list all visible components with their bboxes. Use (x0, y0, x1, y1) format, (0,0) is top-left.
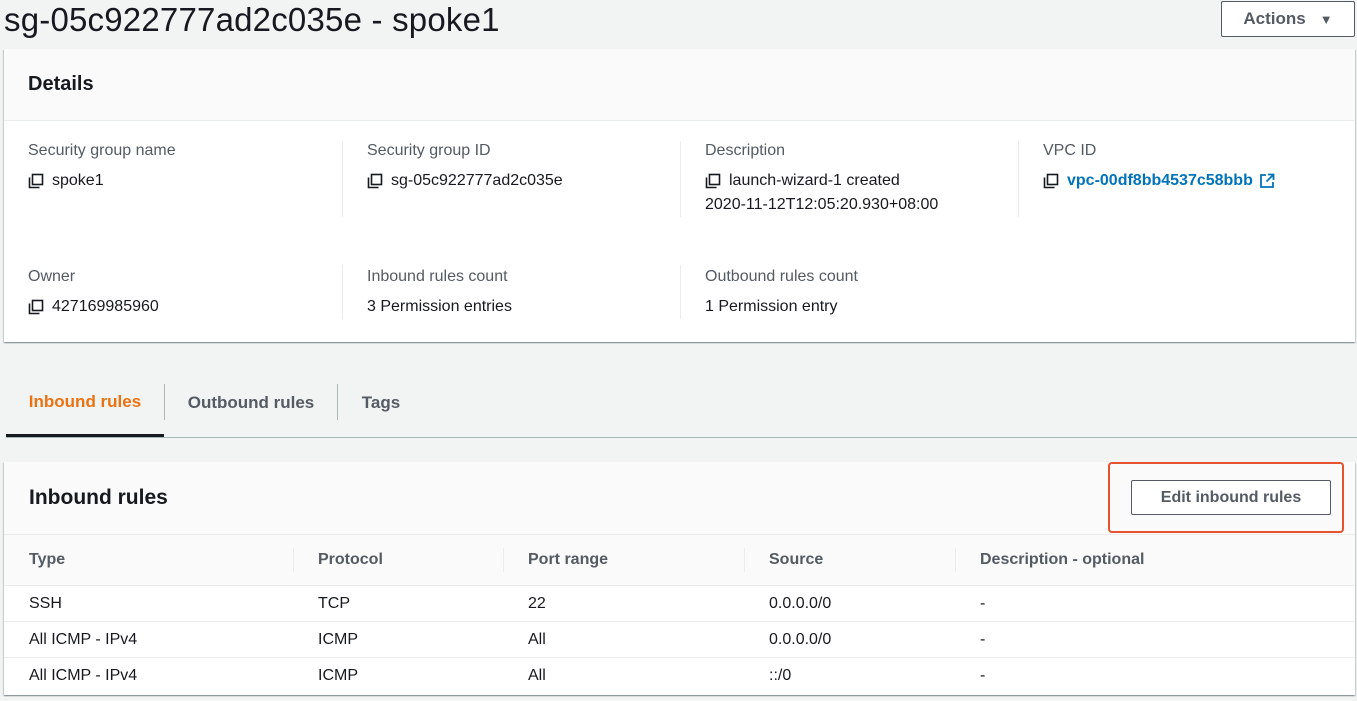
external-link-icon[interactable] (1259, 169, 1275, 193)
owner-label: Owner (28, 268, 76, 285)
column-divider (342, 265, 343, 319)
column-header-port-range[interactable]: Port range (503, 534, 744, 586)
column-header-source[interactable]: Source (744, 534, 955, 586)
cell-source: 0.0.0.0/0 (744, 621, 955, 658)
description-value-line2: 2020-11-12T12:05:20.930+08:00 (705, 196, 939, 213)
details-panel: Details Security group name spoke1 Secur… (4, 49, 1355, 342)
tab-tags[interactable]: Tags (338, 370, 424, 436)
column-divider (680, 141, 681, 217)
tab-bar: Inbound rules Outbound rules Tags (6, 370, 1357, 438)
cell-protocol: ICMP (293, 621, 503, 658)
outbound-count-value: 1 Permission entry (705, 298, 838, 315)
cell-source: 0.0.0.0/0 (744, 585, 955, 622)
sg-id-value-group: sg-05c922777ad2c035e (367, 169, 563, 193)
vpc-id-value-group: vpc-00df8bb4537c58bbb (1043, 169, 1275, 193)
inbound-rules-panel: Inbound rules Edit inbound rules Type Pr… (4, 462, 1355, 695)
details-heading: Details (28, 73, 94, 95)
description-value-group: launch-wizard-1 created (705, 169, 900, 193)
sg-name-value-group: spoke1 (28, 169, 104, 193)
column-divider (342, 141, 343, 217)
copy-icon[interactable] (28, 169, 46, 193)
edit-inbound-rules-button[interactable]: Edit inbound rules (1131, 480, 1331, 515)
caret-down-icon: ▼ (1319, 11, 1333, 27)
vpc-id-link[interactable]: vpc-00df8bb4537c58bbb (1067, 169, 1253, 193)
cell-port-range: All (528, 666, 546, 684)
cell-type: All ICMP - IPv4 (29, 666, 138, 684)
cell-source: ::/0 (769, 666, 792, 684)
cell-type: SSH (4, 585, 293, 622)
column-header-protocol[interactable]: Protocol (293, 534, 503, 586)
sg-name-label: Security group name (28, 142, 176, 159)
copy-icon[interactable] (705, 169, 723, 193)
sg-id-label: Security group ID (367, 142, 491, 159)
inbound-rules-heading: Inbound rules (29, 486, 168, 509)
details-header: Details (4, 49, 1355, 121)
cell-protocol: ICMP (318, 666, 358, 684)
actions-button[interactable]: Actions ▼ (1221, 1, 1355, 37)
table-row: SSH TCP 22 0.0.0.0/0 - (4, 585, 1355, 622)
outbound-count-label: Outbound rules count (705, 268, 858, 285)
column-header-type[interactable]: Type (4, 534, 293, 586)
vpc-id-label: VPC ID (1043, 142, 1097, 159)
tab-outbound-rules[interactable]: Outbound rules (165, 370, 337, 436)
table-header-row: Type Protocol Port range Source Descript… (4, 534, 1355, 586)
actions-label: Actions (1243, 9, 1306, 28)
sg-name-value: spoke1 (52, 172, 104, 189)
cell-port-range: All (503, 621, 744, 658)
column-divider (1018, 141, 1019, 217)
owner-value: 427169985960 (52, 298, 159, 315)
inbound-rules-table: Type Protocol Port range Source Descript… (4, 534, 1355, 694)
inbound-count-value-group: 3 Permission entries (367, 295, 512, 319)
copy-icon[interactable] (1043, 169, 1061, 193)
cell-type: All ICMP - IPv4 (4, 621, 293, 658)
column-divider (680, 265, 681, 319)
copy-icon[interactable] (367, 169, 385, 193)
description-value-line2-group: 2020-11-12T12:05:20.930+08:00 (705, 193, 938, 217)
table-row: All ICMP - IPv4 ICMP All ::/0 - (4, 658, 1355, 694)
tab-inbound-rules[interactable]: Inbound rules (6, 370, 164, 437)
copy-icon[interactable] (28, 295, 46, 319)
owner-value-group: 427169985960 (28, 295, 159, 319)
inbound-rules-header: Inbound rules Edit inbound rules (4, 462, 1355, 534)
page-title: sg-05c922777ad2c035e - spoke1 (4, 1, 500, 38)
column-header-description[interactable]: Description - optional (955, 534, 1355, 586)
cell-protocol: TCP (293, 585, 503, 622)
description-value-line1: launch-wizard-1 created (729, 172, 900, 189)
table-row: All ICMP - IPv4 ICMP All 0.0.0.0/0 - (4, 621, 1355, 658)
outbound-count-value-group: 1 Permission entry (705, 295, 838, 319)
inbound-count-label: Inbound rules count (367, 268, 508, 285)
description-label: Description (705, 142, 786, 159)
cell-description: - (955, 621, 1355, 658)
inbound-count-value: 3 Permission entries (367, 298, 512, 315)
cell-description: - (955, 585, 1355, 622)
cell-description: - (980, 666, 986, 684)
cell-port-range: 22 (503, 585, 744, 622)
sg-id-value: sg-05c922777ad2c035e (391, 172, 563, 189)
